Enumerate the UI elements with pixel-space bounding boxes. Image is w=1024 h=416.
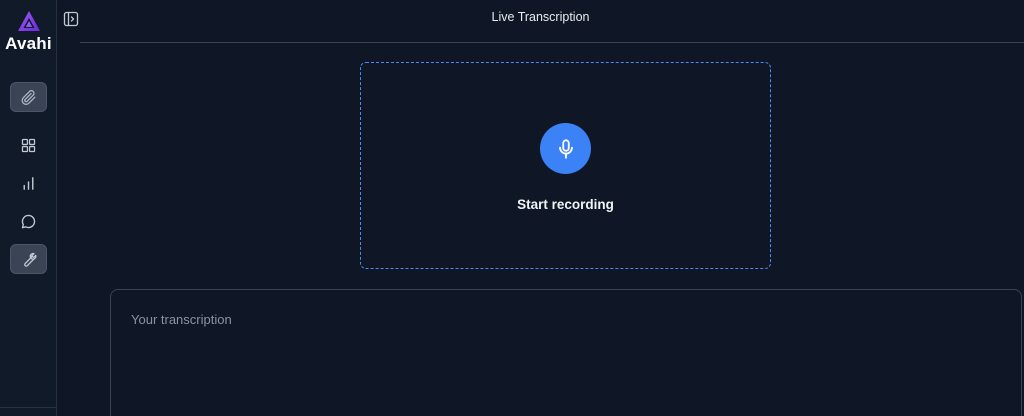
sidebar-item-chat[interactable]: [10, 206, 47, 236]
app-window: Avahi Live Transcription Start recording…: [0, 0, 1024, 416]
sidebar-item-tools[interactable]: [10, 244, 47, 274]
brand: Avahi: [0, 10, 57, 54]
sidebar-item-analytics[interactable]: [10, 168, 47, 198]
brand-logo-icon: [17, 11, 40, 31]
transcription-textarea[interactable]: [110, 289, 1022, 416]
recording-dropzone[interactable]: Start recording: [360, 62, 771, 269]
chat-bubble-icon: [21, 214, 36, 228]
brand-name: Avahi: [5, 34, 52, 53]
sidebar: Avahi: [0, 0, 57, 416]
sidebar-item-dashboard[interactable]: [10, 130, 47, 160]
page-title: Live Transcription: [491, 10, 590, 24]
sidebar-item-attachments[interactable]: [10, 82, 47, 112]
grid-icon: [21, 138, 36, 152]
microphone-icon: [558, 138, 573, 159]
header-divider: [80, 42, 1024, 43]
bar-chart-icon: [23, 176, 34, 190]
wrench-icon: [24, 252, 37, 267]
start-recording-button[interactable]: [540, 123, 591, 174]
header: Live Transcription: [57, 0, 1024, 43]
start-recording-label: Start recording: [517, 197, 614, 212]
sidebar-divider: [0, 407, 57, 408]
paperclip-icon: [21, 89, 36, 105]
